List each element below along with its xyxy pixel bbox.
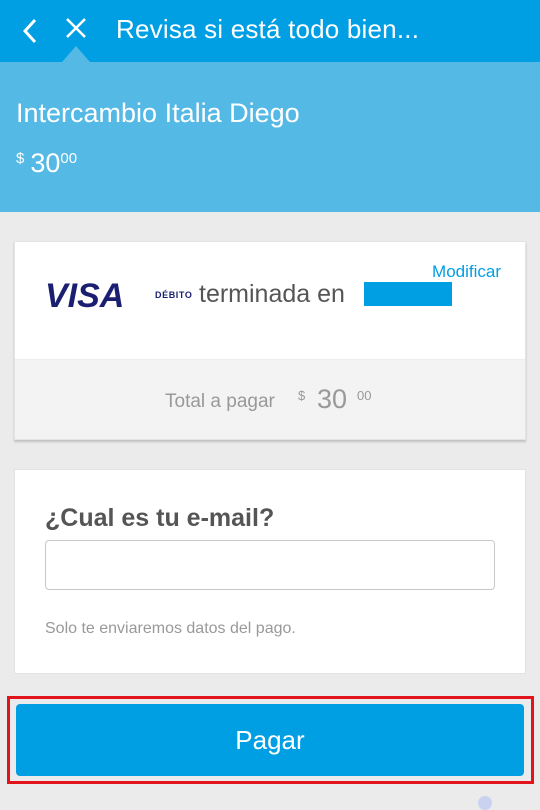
card-type-label: DÉBITO (155, 290, 193, 300)
close-button[interactable] (60, 12, 92, 44)
active-tab-notch (62, 46, 90, 62)
pay-button[interactable]: Pagar (16, 704, 524, 776)
card-ending-text: terminada en (199, 280, 345, 308)
total-row: Total a pagar $ 30 00 (15, 359, 525, 439)
email-note: Solo te enviaremos datos del pago. (45, 620, 296, 637)
total-currency: $ (298, 388, 306, 403)
app-bar: Revisa si está todo bien... (0, 0, 540, 62)
floating-indicator (478, 796, 492, 810)
modify-link[interactable]: Modificar (432, 262, 501, 282)
item-title: Intercambio Italia Diego (16, 98, 300, 128)
amount-integer: 30 (30, 148, 61, 178)
amount-decimal: 00 (60, 150, 78, 167)
payment-method-card: Modificar VISA DÉBITO terminada en Total… (14, 241, 526, 440)
page-title: Revisa si está todo bien... (116, 14, 420, 44)
email-question: ¿Cual es tu e-mail? (45, 504, 275, 532)
card-number-redaction (364, 282, 452, 306)
visa-logo: VISA (45, 278, 124, 312)
purchase-header: Intercambio Italia Diego $3000 (0, 62, 540, 212)
amount-currency: $ (16, 150, 25, 167)
back-button[interactable] (14, 14, 46, 48)
email-card: ¿Cual es tu e-mail? Solo te enviaremos d… (14, 469, 526, 674)
total-integer: 30 (317, 384, 348, 414)
item-amount: $3000 (16, 148, 77, 179)
chevron-left-icon (22, 18, 37, 44)
visa-wordmark: VISA (45, 278, 124, 312)
close-icon (66, 18, 86, 38)
total-label: Total a pagar (165, 391, 275, 412)
total-decimal: 00 (357, 388, 372, 403)
email-field[interactable] (45, 540, 495, 590)
